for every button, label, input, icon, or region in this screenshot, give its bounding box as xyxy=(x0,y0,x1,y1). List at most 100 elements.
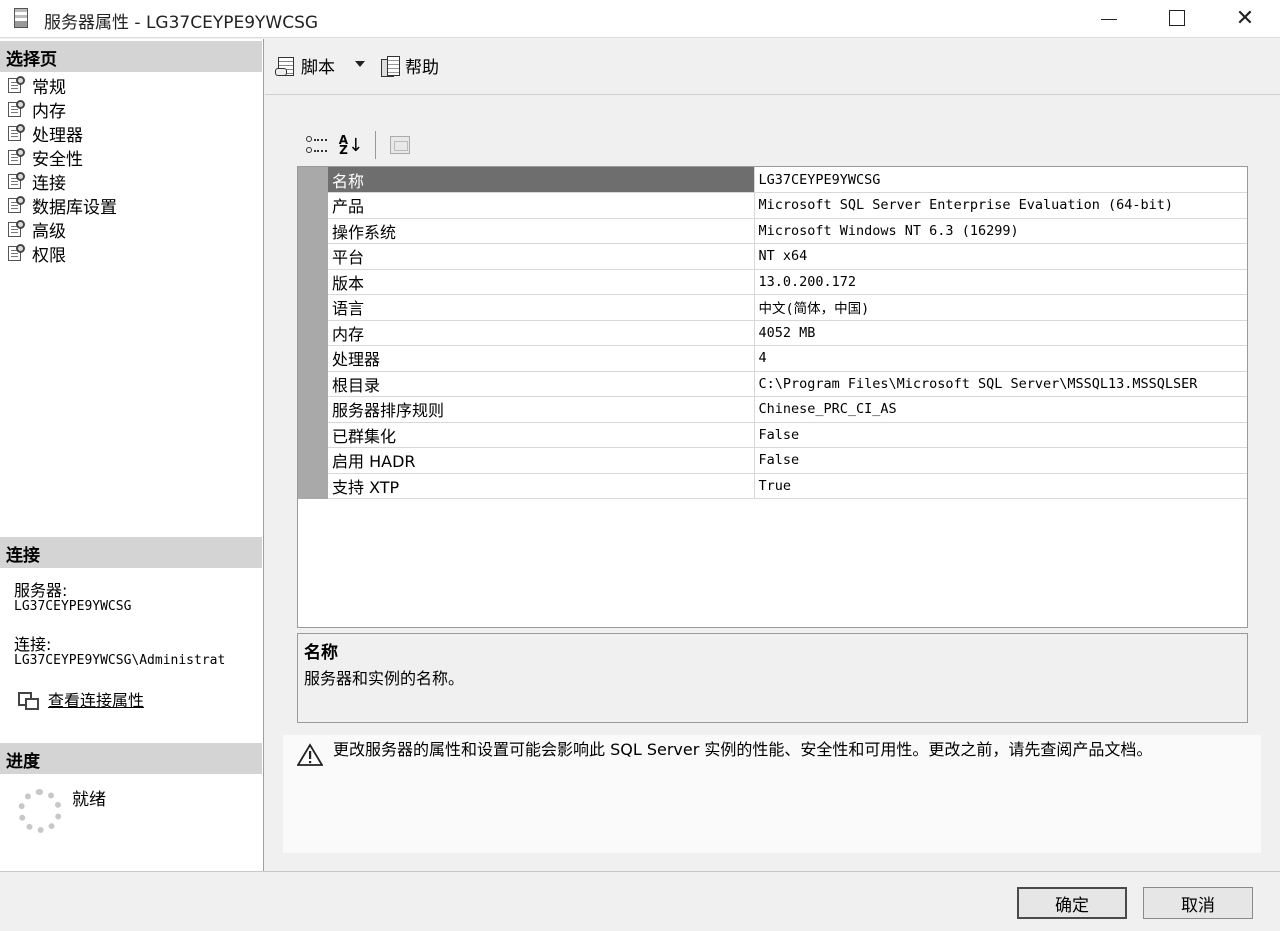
main-area: 脚本 帮助 A Z ↓ 名称 LG37CEYPE9YWCSG 产品 Microsoft S… xyxy=(265,39,1280,871)
property-name: 服务器排序规则 xyxy=(328,396,755,423)
property-name: 已群集化 xyxy=(328,422,755,448)
page-item[interactable]: 处理器 xyxy=(6,121,117,146)
page-settings-icon xyxy=(6,148,26,166)
categorized-button[interactable] xyxy=(303,133,331,157)
property-pages-icon xyxy=(390,136,410,154)
server-label: 服务器: xyxy=(14,581,68,600)
property-row[interactable]: 名称 LG37CEYPE9YWCSG xyxy=(298,167,1247,193)
property-row[interactable]: 操作系统 Microsoft Windows NT 6.3 (16299) xyxy=(298,218,1247,244)
description-title: 名称 xyxy=(304,643,338,663)
server-icon xyxy=(14,8,28,28)
page-item-label: 处理器 xyxy=(32,125,83,146)
help-icon xyxy=(379,55,401,77)
row-gutter xyxy=(298,371,328,397)
server-info: 服务器: LG37CEYPE9YWCSG xyxy=(14,583,131,615)
maximize-icon xyxy=(1169,10,1185,26)
property-value: 4052 MB xyxy=(754,320,1247,346)
page-item-label: 权限 xyxy=(32,245,66,266)
property-row[interactable]: 版本 13.0.200.172 xyxy=(298,269,1247,295)
connection-info: 连接: LG37CEYPE9YWCSG\Administrat xyxy=(14,637,225,669)
page-item[interactable]: 内存 xyxy=(6,97,117,122)
page-item[interactable]: 权限 xyxy=(6,241,117,266)
page-item[interactable]: 安全性 xyxy=(6,145,117,170)
property-name: 操作系统 xyxy=(328,218,755,244)
row-gutter xyxy=(298,294,328,321)
categorized-icon xyxy=(306,135,328,155)
progress-header: 进度 xyxy=(0,743,262,774)
page-settings-icon xyxy=(6,124,26,142)
property-value: True xyxy=(754,473,1247,499)
page-item-label: 连接 xyxy=(32,173,66,194)
row-gutter xyxy=(298,243,328,270)
property-value: Microsoft SQL Server Enterprise Evaluati… xyxy=(754,192,1247,219)
property-name: 处理器 xyxy=(328,345,755,372)
maximize-button[interactable] xyxy=(1154,0,1200,36)
minimize-button[interactable] xyxy=(1086,0,1132,36)
property-row[interactable]: 平台 NT x64 xyxy=(298,243,1247,270)
script-button[interactable]: 脚本 xyxy=(275,53,335,78)
page-item[interactable]: 常规 xyxy=(6,73,117,98)
property-name: 平台 xyxy=(328,243,755,270)
sort-alphabetical-button[interactable]: A Z ↓ xyxy=(337,133,365,157)
page-settings-icon xyxy=(6,196,26,214)
row-gutter xyxy=(298,345,328,372)
property-value: 13.0.200.172 xyxy=(754,269,1247,295)
property-value: Chinese_PRC_CI_AS xyxy=(754,396,1247,423)
script-icon xyxy=(275,55,297,77)
page-settings-icon xyxy=(6,76,26,94)
close-button[interactable]: ✕ xyxy=(1222,0,1268,36)
page-item-label: 安全性 xyxy=(32,149,83,170)
property-value: Microsoft Windows NT 6.3 (16299) xyxy=(754,218,1247,244)
ok-button[interactable]: 确定 xyxy=(1017,887,1127,919)
title-bar: 服务器属性 - LG37CEYPE9YWCSG ✕ xyxy=(0,0,1280,38)
page-item[interactable]: 高级 xyxy=(6,217,117,242)
page-item[interactable]: 数据库设置 xyxy=(6,193,117,218)
row-gutter xyxy=(298,167,328,193)
progress-spinner-icon xyxy=(18,789,62,833)
property-row[interactable]: 启用 HADR False xyxy=(298,447,1247,474)
page-item-label: 数据库设置 xyxy=(32,197,117,218)
property-value: 4 xyxy=(754,345,1247,372)
property-row[interactable]: 根目录 C:\Program Files\Microsoft SQL Server… xyxy=(298,371,1247,397)
property-name: 启用 HADR xyxy=(328,447,755,474)
page-settings-icon xyxy=(6,172,26,190)
view-connection-link[interactable]: 查看连接属性 xyxy=(48,687,144,711)
connection-properties-icon xyxy=(16,690,39,710)
property-row[interactable]: 语言 中文(简体，中国) xyxy=(298,294,1247,321)
description-text: 服务器和实例的名称。 xyxy=(304,669,465,688)
property-value: False xyxy=(754,422,1247,448)
warning-box: 更改服务器的属性和设置可能会影响此 SQL Server 实例的性能、安全性和可… xyxy=(283,735,1261,853)
property-row[interactable]: 已群集化 False xyxy=(298,422,1247,448)
property-name: 语言 xyxy=(328,294,755,321)
page-settings-icon xyxy=(6,100,26,118)
cancel-button[interactable]: 取消 xyxy=(1143,887,1253,919)
property-row[interactable]: 支持 XTP True xyxy=(298,473,1247,499)
close-icon: ✕ xyxy=(1235,5,1255,31)
row-gutter xyxy=(298,473,328,499)
property-name: 产品 xyxy=(328,192,755,219)
page-item-label: 高级 xyxy=(32,221,66,242)
script-dropdown-arrow-icon[interactable] xyxy=(355,61,365,67)
property-row[interactable]: 服务器排序规则 Chinese_PRC_CI_AS xyxy=(298,396,1247,423)
property-value: 中文(简体，中国) xyxy=(754,294,1247,321)
property-value: NT x64 xyxy=(754,243,1247,270)
page-list: 常规 内存处理器安全性连接数据库设置高级权限 xyxy=(6,73,117,266)
help-label: 帮助 xyxy=(405,58,439,78)
help-button[interactable]: 帮助 xyxy=(379,53,439,78)
property-row[interactable]: 处理器 4 xyxy=(298,345,1247,372)
property-value: LG37CEYPE9YWCSG xyxy=(754,167,1247,193)
progress-status: 就绪 xyxy=(72,790,106,810)
row-gutter xyxy=(298,320,328,346)
view-connection-properties[interactable]: 查看连接属性 xyxy=(16,687,144,711)
minimize-icon xyxy=(1101,18,1117,20)
row-gutter xyxy=(298,218,328,244)
warning-text: 更改服务器的属性和设置可能会影响此 SQL Server 实例的性能、安全性和可… xyxy=(333,740,1153,759)
property-pages-button[interactable] xyxy=(386,133,414,157)
connection-header: 连接 xyxy=(0,537,262,568)
page-item[interactable]: 连接 xyxy=(6,169,117,194)
property-row[interactable]: 内存 4052 MB xyxy=(298,320,1247,346)
window-title: 服务器属性 - LG37CEYPE9YWCSG xyxy=(44,13,319,33)
row-gutter xyxy=(298,396,328,423)
property-row[interactable]: 产品 Microsoft SQL Server Enterprise Evalua… xyxy=(298,192,1247,219)
connection-label: 连接: xyxy=(14,635,52,654)
